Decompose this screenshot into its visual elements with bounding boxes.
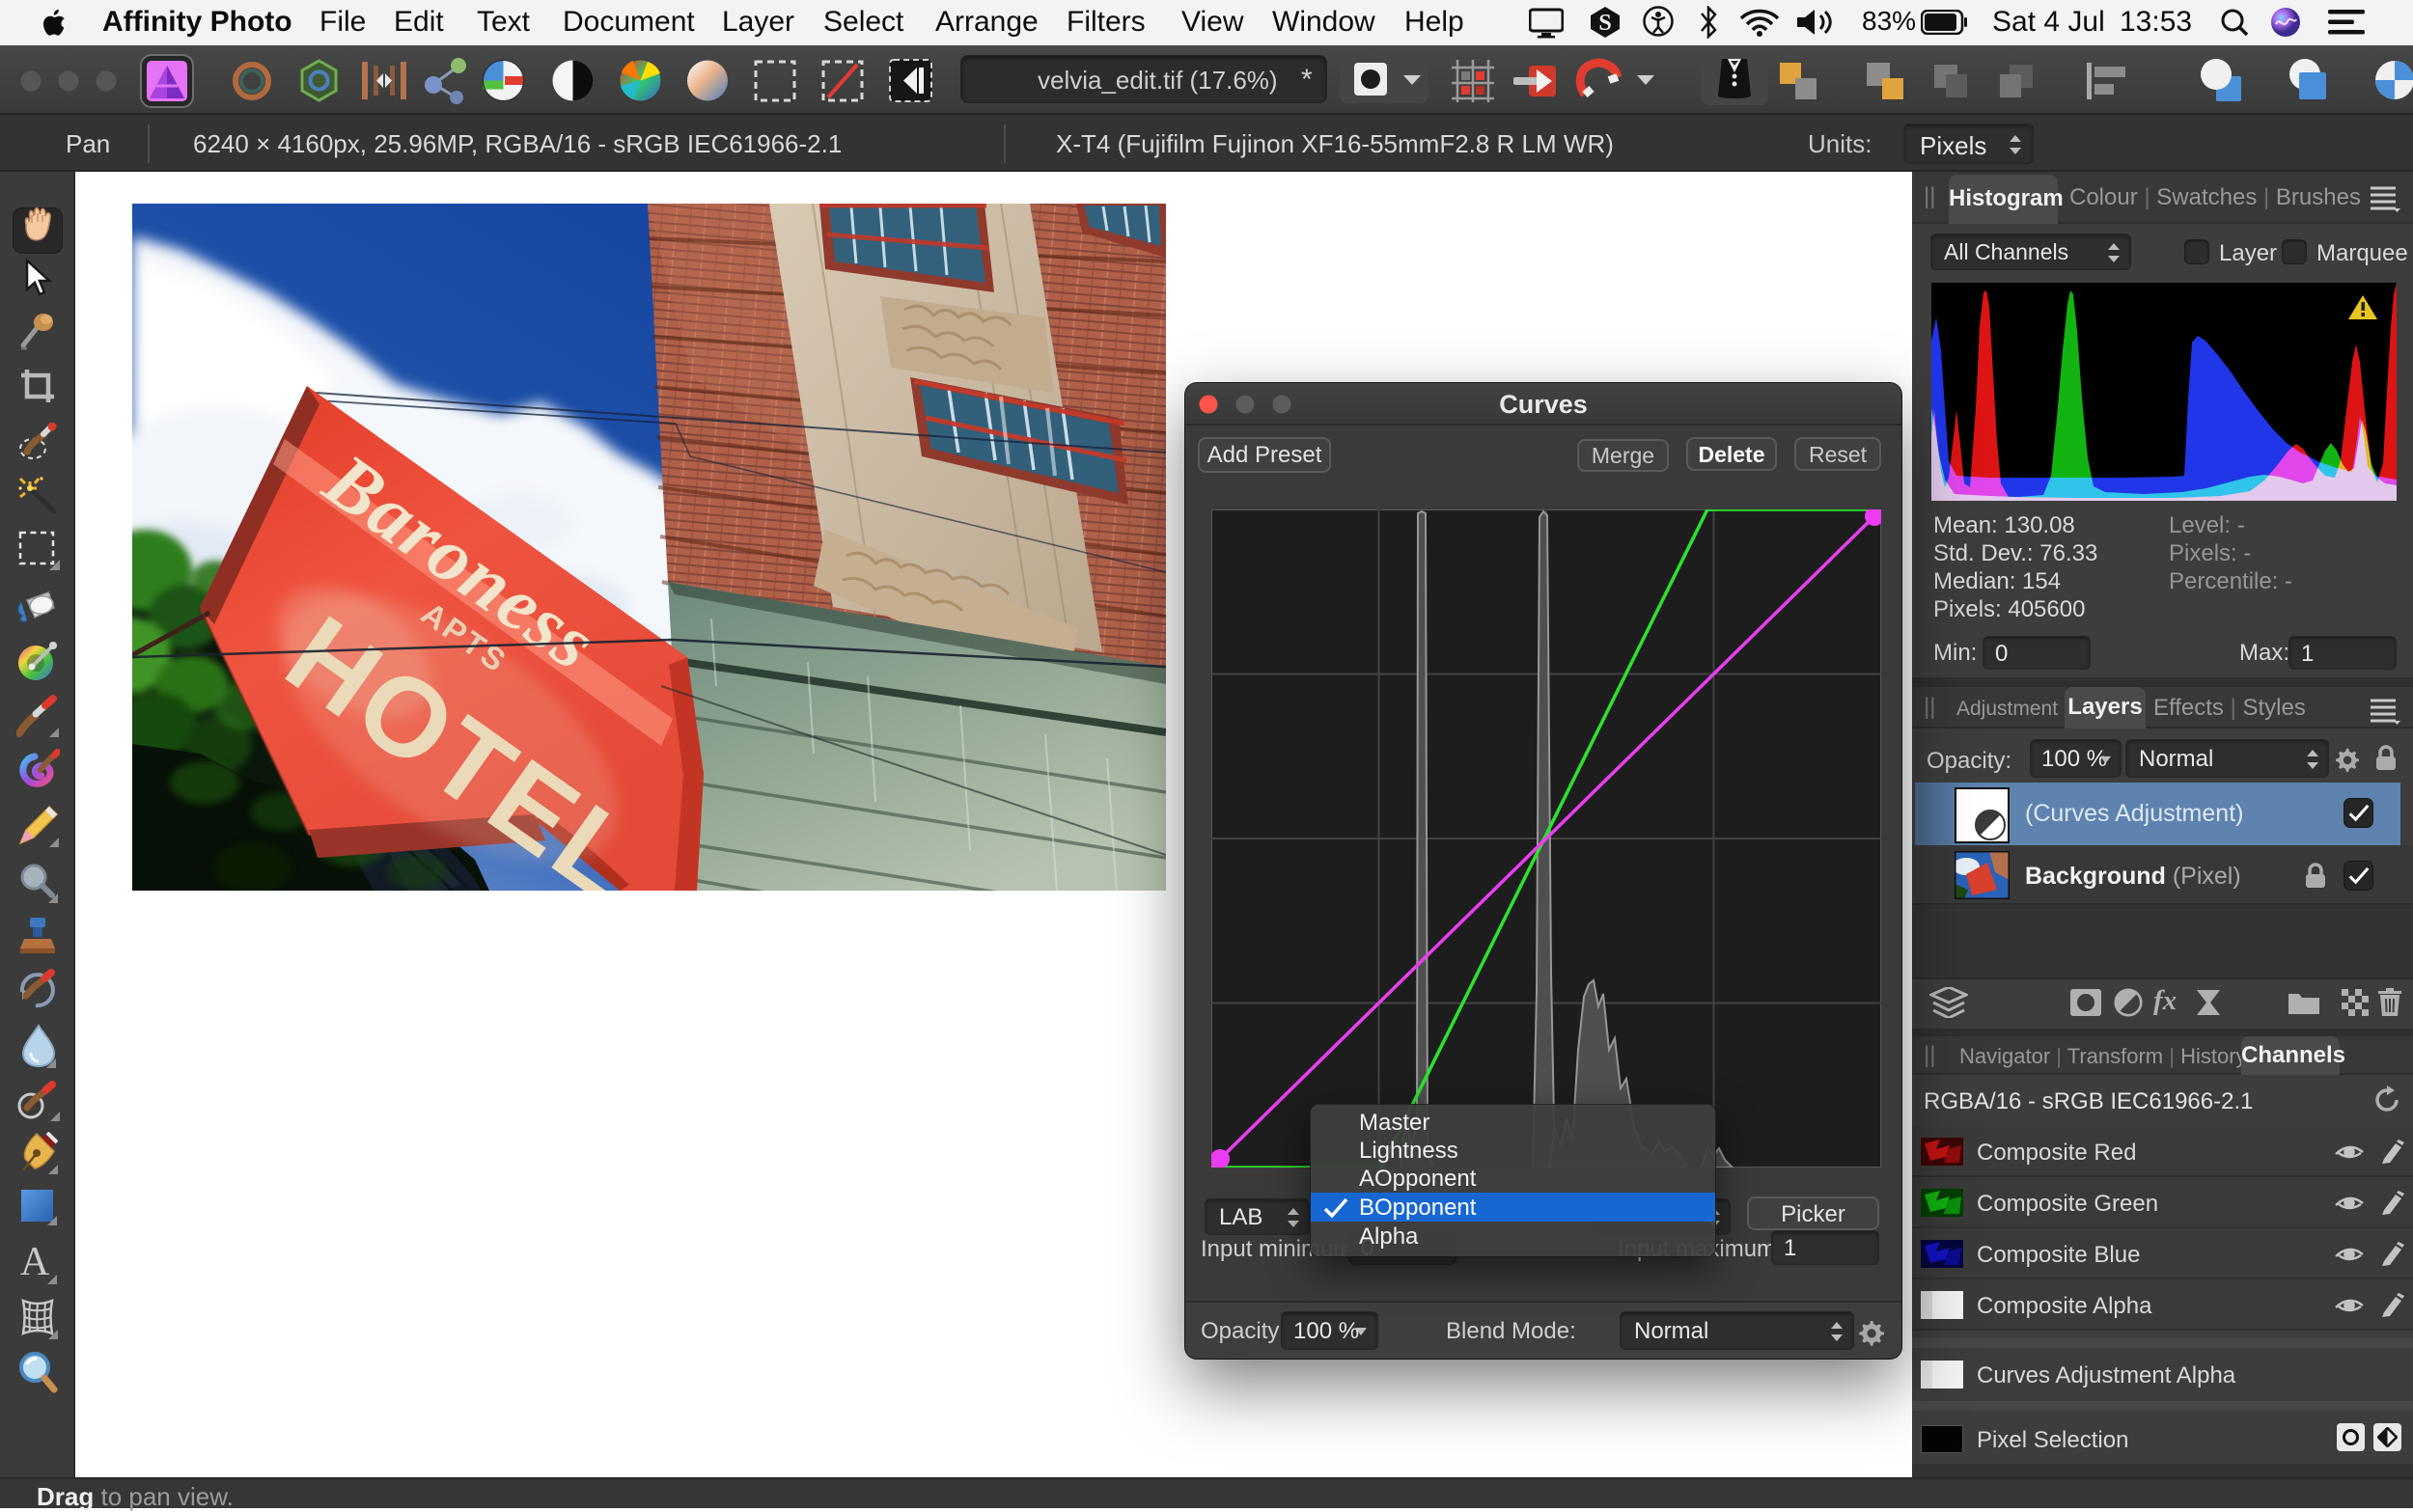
svg-text:A: A <box>20 1242 50 1284</box>
svg-text:S: S <box>1598 11 1611 36</box>
